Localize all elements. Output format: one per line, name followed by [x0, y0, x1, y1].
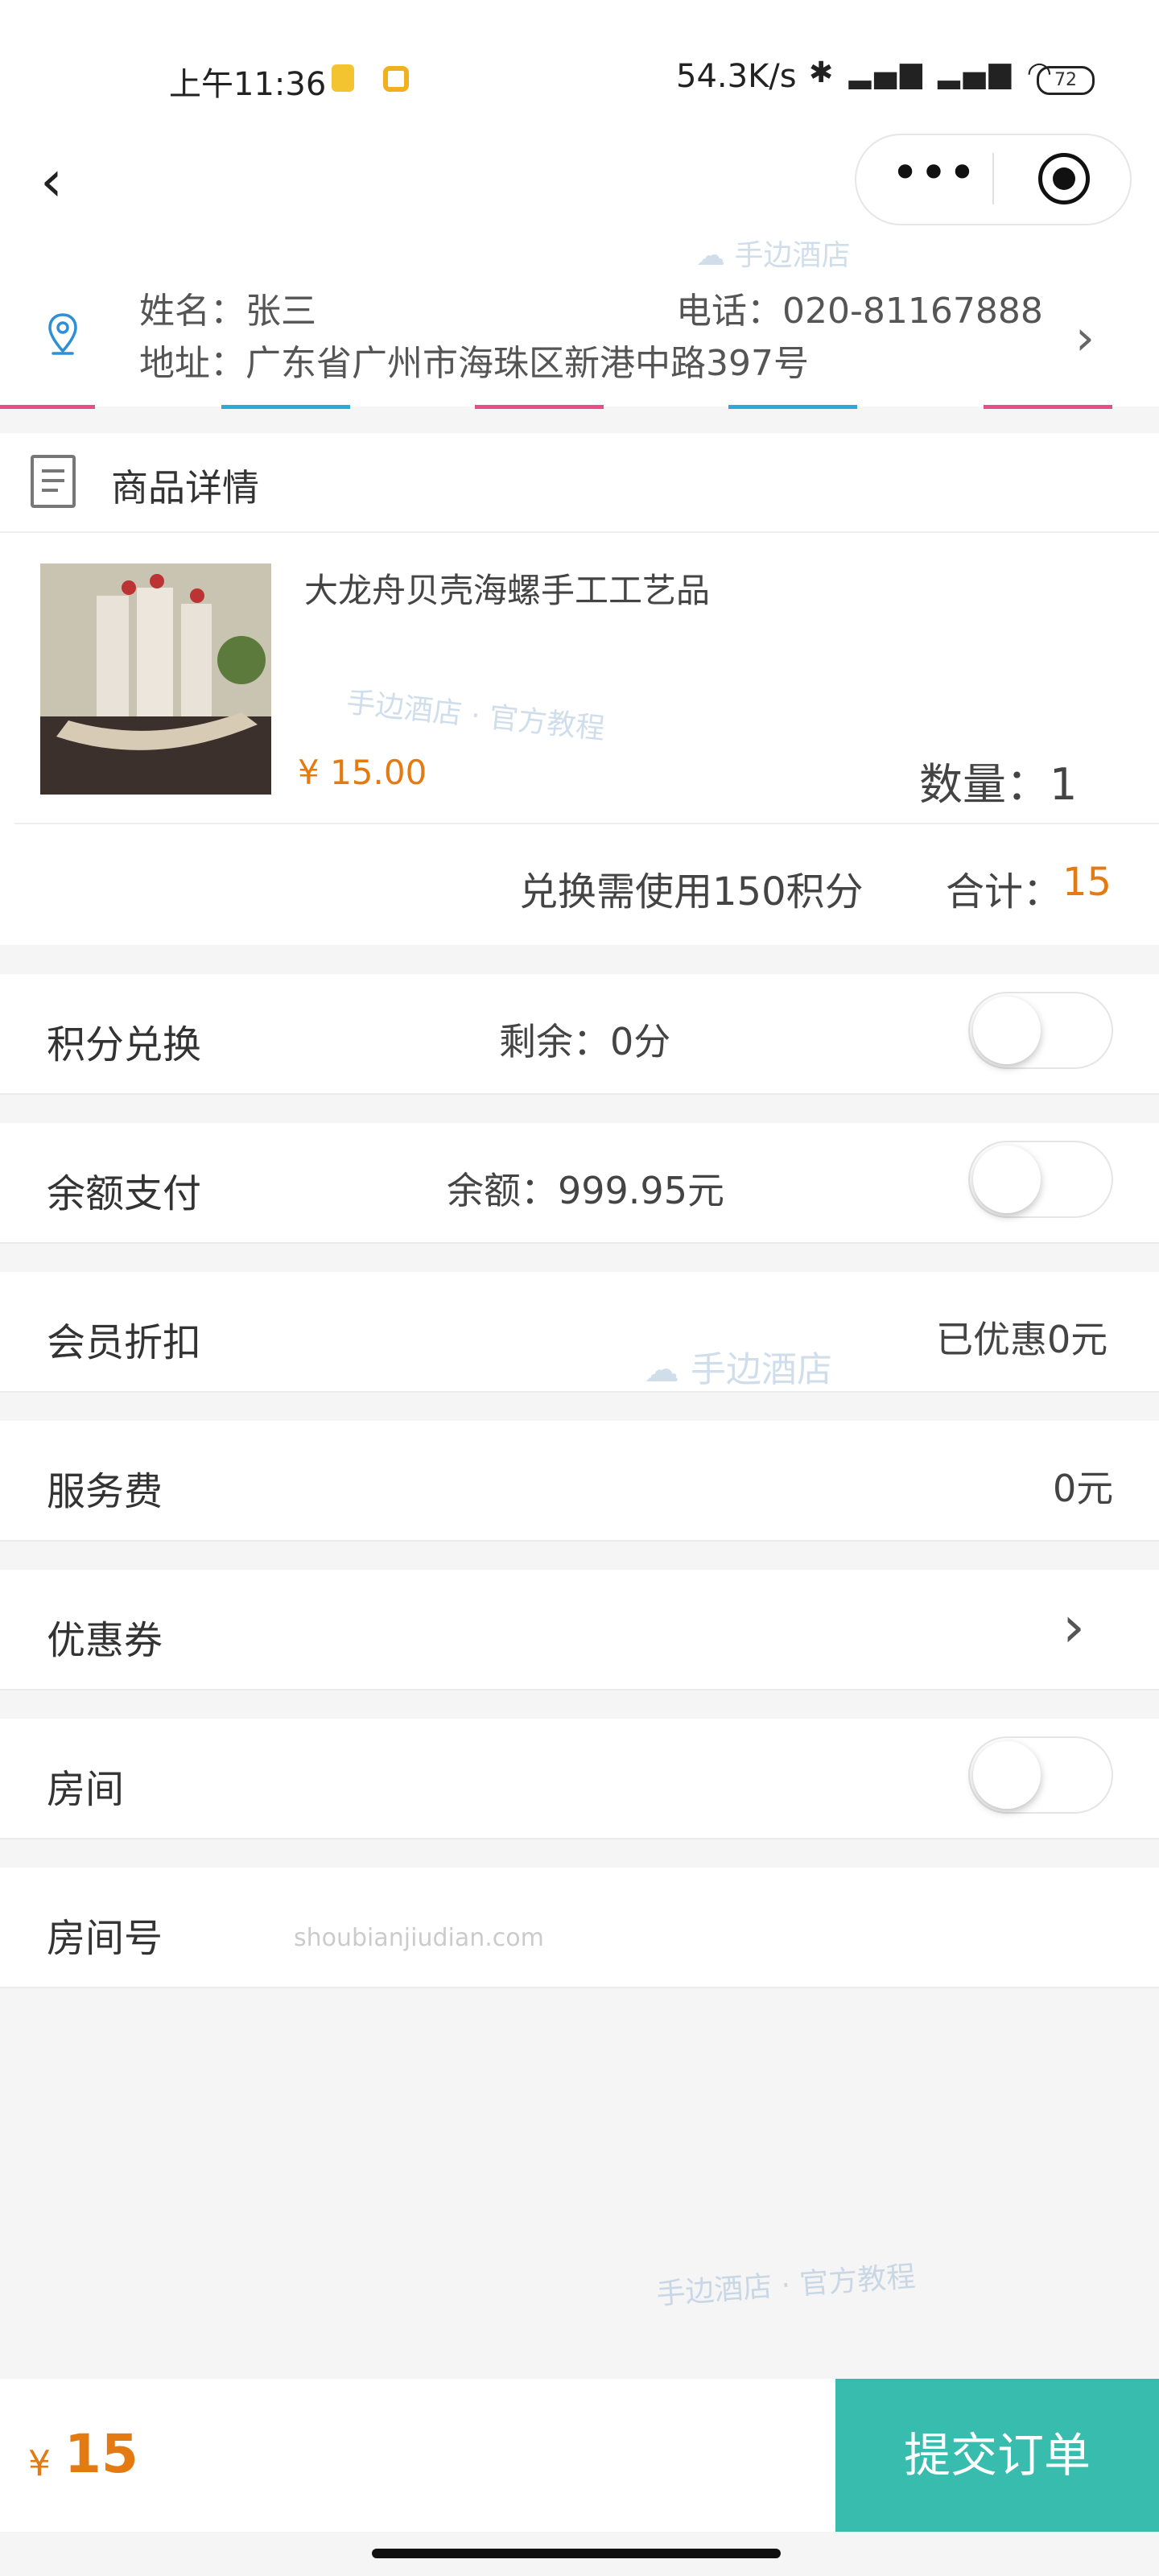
room-label: 房间 [47, 1767, 125, 1812]
points-needed: 兑换需使用150积分 [519, 869, 864, 914]
location-pin-icon [48, 313, 77, 355]
envelope-stripe [0, 405, 95, 409]
network-speed: 54.3K/s [676, 58, 797, 95]
signal-icons: ✱ ▂▄▆ ▂▄▆ ◠ [809, 56, 1056, 89]
notification-app-icon-2 [383, 66, 409, 92]
balance-pay-toggle[interactable] [968, 1141, 1113, 1218]
product-title: 大龙舟贝壳海螺手工工艺品 [304, 571, 711, 610]
points-remaining: 剩余：0分 [499, 1020, 671, 1063]
coupon-row[interactable] [0, 1570, 1159, 1690]
watermark-tutorial-2: 手边酒店 · 官方教程 [655, 2260, 917, 2312]
envelope-stripe [728, 405, 857, 409]
home-indicator[interactable] [372, 2549, 781, 2558]
document-icon [31, 455, 76, 508]
back-icon[interactable]: ‹ [40, 149, 89, 213]
chevron-right-icon[interactable]: › [1075, 314, 1107, 362]
watermark-logo: ☁ 手边酒店 [696, 239, 851, 272]
product-quantity: 数量：1 [919, 759, 1078, 810]
recipient-name: 姓名：张三 [139, 291, 316, 332]
recipient-phone: 电话：020-81167888 [676, 291, 1043, 332]
coupon-label: 优惠券 [47, 1618, 163, 1663]
goods-section-title: 商品详情 [111, 466, 259, 510]
balance-pay-label: 余额支付 [47, 1171, 202, 1216]
product-price: ¥ 15.00 [298, 753, 427, 792]
total-value: 15 [1062, 860, 1112, 905]
room-number-row[interactable] [0, 1868, 1159, 1988]
more-icon[interactable]: ••• [885, 145, 982, 213]
recipient-address: 地址：广东省广州市海珠区新港中路397号 [139, 343, 809, 384]
room-number-label: 房间号 [47, 1916, 163, 1961]
footer-currency: ¥ [28, 2443, 51, 2484]
room-toggle[interactable] [968, 1736, 1113, 1814]
battery-icon: 72 [1037, 66, 1095, 95]
watermark-logo-2: ☁ 手边酒店 [644, 1349, 832, 1390]
service-fee-label: 服务费 [47, 1469, 163, 1514]
service-fee-row [0, 1421, 1159, 1542]
watermark-domain: shoubianjiudian.com [294, 1924, 544, 1952]
points-exchange-toggle[interactable] [968, 992, 1113, 1069]
chevron-right-icon[interactable]: › [1062, 1594, 1085, 1660]
envelope-stripe [221, 405, 350, 409]
product-image [40, 564, 271, 795]
submit-order-button[interactable]: 提交订单 [835, 2379, 1159, 2532]
total-label: 合计： [946, 869, 1062, 914]
close-target-icon[interactable] [1038, 153, 1090, 204]
footer-amount: 15 [64, 2423, 138, 2485]
envelope-stripe [475, 405, 604, 409]
notification-app-icon [332, 64, 354, 92]
divider [14, 823, 1159, 824]
member-discount-label: 会员折扣 [47, 1320, 202, 1365]
envelope-stripe [984, 405, 1112, 409]
balance-amount: 余额：999.95元 [447, 1169, 724, 1212]
status-time: 上午11:36 [169, 66, 327, 103]
service-fee-value: 0元 [1053, 1467, 1114, 1510]
capsule-divider [992, 153, 994, 204]
member-discount-value: 已优惠0元 [936, 1318, 1108, 1361]
points-exchange-label: 积分兑换 [47, 1022, 202, 1067]
